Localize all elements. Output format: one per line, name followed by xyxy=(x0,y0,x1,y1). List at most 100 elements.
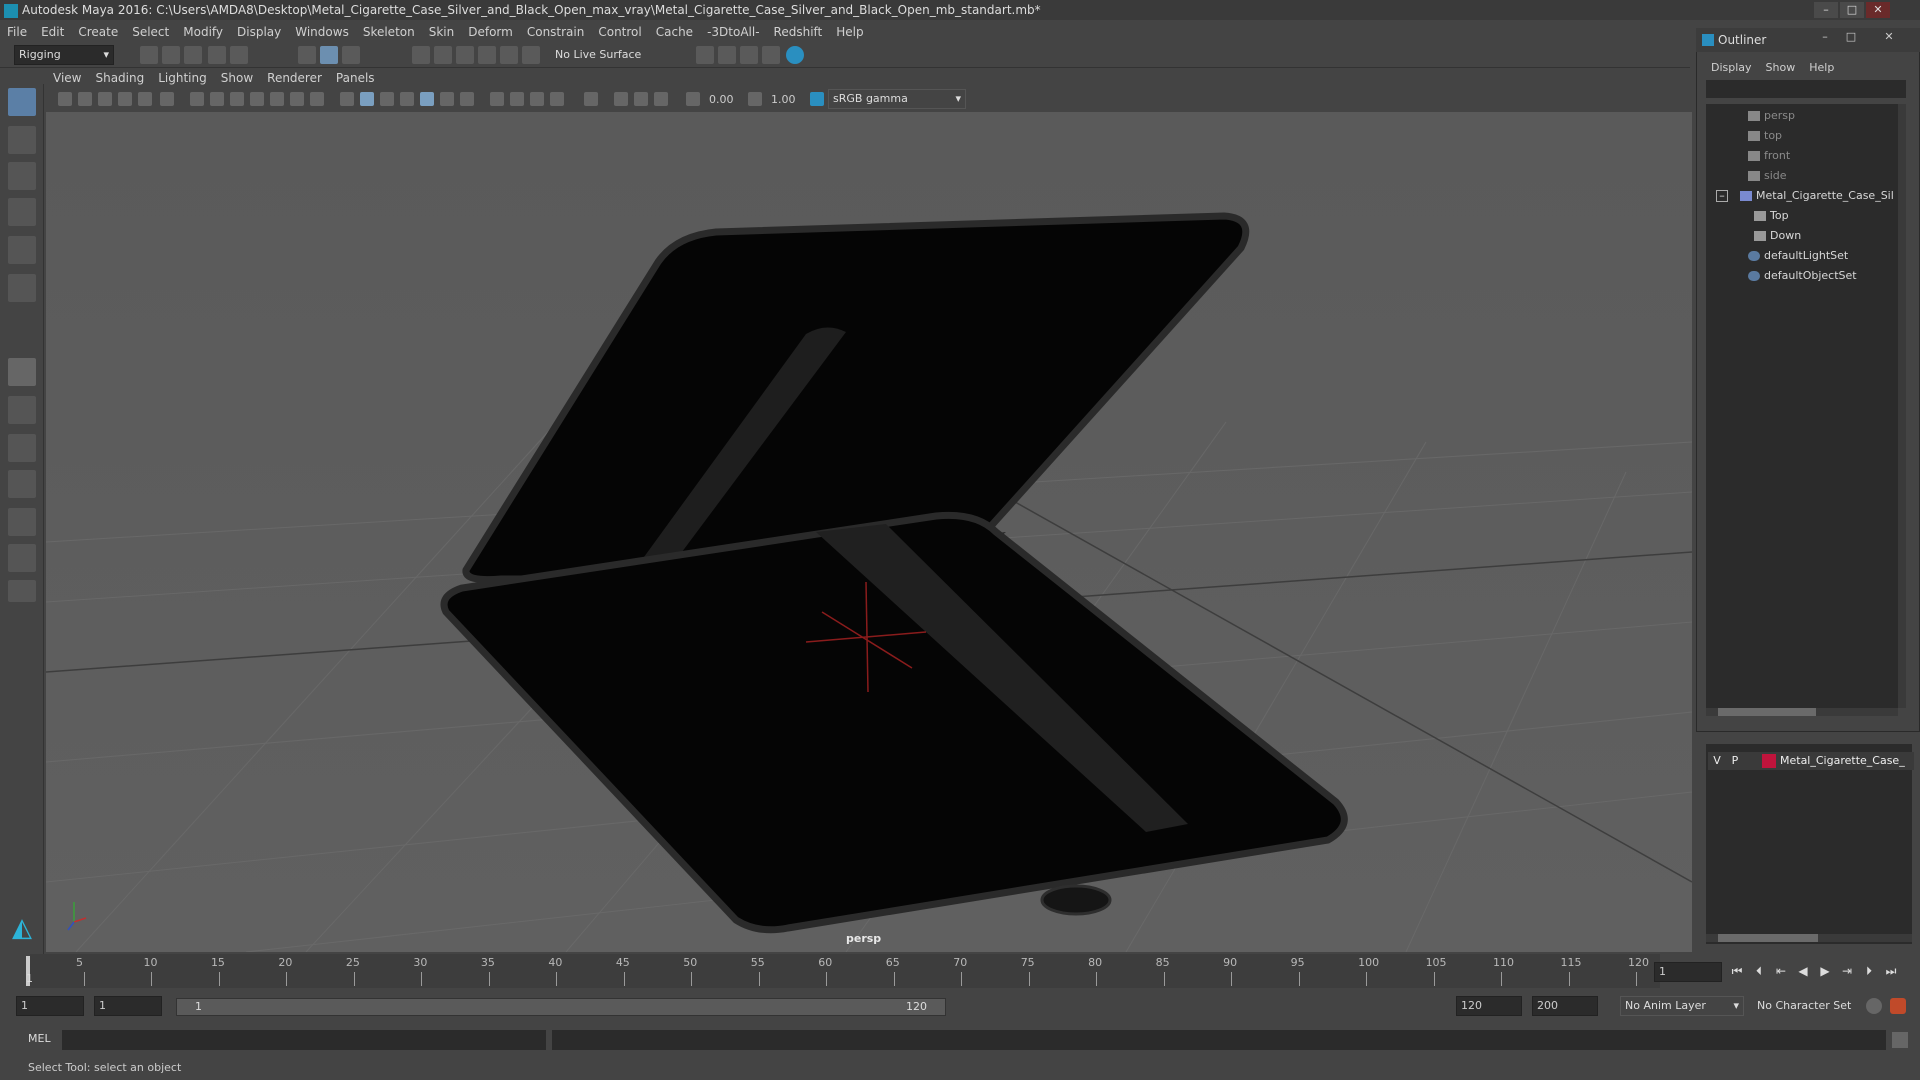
auto-key-icon[interactable] xyxy=(1866,998,1882,1014)
maximize-button[interactable]: □ xyxy=(1840,2,1864,18)
outliner-vertical-scrollbar[interactable] xyxy=(1898,104,1906,708)
xray-icon[interactable] xyxy=(614,92,628,106)
smooth-shade-icon[interactable] xyxy=(360,92,374,106)
menu-display[interactable]: Display xyxy=(230,22,288,42)
film-gate-icon[interactable] xyxy=(210,92,224,106)
menu-cache[interactable]: Cache xyxy=(649,22,700,42)
outliner-item-group[interactable]: – Metal_Cigarette_Case_Sil xyxy=(1706,186,1898,206)
viewport-menu-show[interactable]: Show xyxy=(214,70,260,86)
field-chart-icon[interactable] xyxy=(270,92,284,106)
xray-active-icon[interactable] xyxy=(634,92,648,106)
outliner-item-down-mesh[interactable]: Down xyxy=(1706,226,1898,246)
step-forward-frame-icon[interactable]: ⏵ xyxy=(1862,964,1876,978)
snap-curve-icon[interactable] xyxy=(434,46,452,64)
time-slider[interactable] xyxy=(30,954,1660,988)
bookmark-icon[interactable] xyxy=(98,92,112,106)
undo-icon[interactable] xyxy=(208,46,226,64)
outliner-item-side[interactable]: side xyxy=(1706,166,1898,186)
go-to-start-icon[interactable]: ⏮ xyxy=(1730,964,1744,978)
play-backwards-icon[interactable]: ◀ xyxy=(1796,964,1810,978)
live-surface-field[interactable]: No Live Surface xyxy=(550,45,654,65)
use-all-lights-icon[interactable] xyxy=(440,92,454,106)
viewport-menu-shading[interactable]: Shading xyxy=(88,70,151,86)
viewport-menu-renderer[interactable]: Renderer xyxy=(260,70,329,86)
step-back-frame-icon[interactable]: ⏴ xyxy=(1752,964,1766,978)
menu-edit[interactable]: Edit xyxy=(34,22,71,42)
anim-layer-dropdown[interactable]: No Anim Layer ▾ xyxy=(1620,996,1744,1016)
outliner-horizontal-scrollbar[interactable] xyxy=(1706,708,1898,716)
camera-attributes-icon[interactable] xyxy=(78,92,92,106)
layer-visibility-toggle[interactable]: V xyxy=(1708,752,1726,770)
scale-tool-icon[interactable] xyxy=(8,274,36,302)
outliner-maximize-button[interactable]: □ xyxy=(1842,30,1860,48)
outliner-persp-layout-icon[interactable] xyxy=(8,544,36,572)
outliner-item-top-mesh[interactable]: Top xyxy=(1706,206,1898,226)
snap-grid-icon[interactable] xyxy=(412,46,430,64)
new-scene-icon[interactable] xyxy=(140,46,158,64)
ipr-render-icon[interactable] xyxy=(718,46,736,64)
select-component-icon[interactable] xyxy=(342,46,360,64)
screen-space-ao-icon[interactable] xyxy=(490,92,504,106)
layer-playback-toggle[interactable]: P xyxy=(1726,752,1744,770)
snap-live-icon[interactable] xyxy=(522,46,540,64)
paint-select-tool-icon[interactable] xyxy=(8,162,36,190)
step-forward-key-icon[interactable]: ⇥ xyxy=(1840,964,1854,978)
current-frame-field[interactable]: 1 xyxy=(1654,962,1722,982)
rotate-tool-icon[interactable] xyxy=(8,236,36,264)
outliner-close-button[interactable]: ✕ xyxy=(1880,30,1898,48)
textured-icon[interactable] xyxy=(420,92,434,106)
persp-outliner-layout-icon[interactable] xyxy=(8,434,36,462)
range-slider[interactable]: 1 120 xyxy=(176,998,946,1016)
outliner-minimize-button[interactable]: – xyxy=(1816,30,1834,48)
mel-label[interactable]: MEL xyxy=(28,1032,51,1045)
minimize-button[interactable]: – xyxy=(1814,2,1838,18)
preferences-icon[interactable] xyxy=(1890,998,1906,1014)
menu-3dtoall[interactable]: -3DtoAll- xyxy=(700,22,766,42)
exposure-field[interactable]: 0.00 xyxy=(704,90,742,108)
menu-modify[interactable]: Modify xyxy=(176,22,230,42)
outliner-menu-display[interactable]: Display xyxy=(1704,58,1759,78)
menu-deform[interactable]: Deform xyxy=(461,22,520,42)
snap-view-plane-icon[interactable] xyxy=(478,46,496,64)
lasso-tool-icon[interactable] xyxy=(8,126,36,154)
outliner-item-top[interactable]: top xyxy=(1706,126,1898,146)
wireframe-on-shaded-icon[interactable] xyxy=(400,92,414,106)
animation-end-field[interactable]: 200 xyxy=(1532,996,1598,1016)
playback-end-field[interactable]: 120 xyxy=(1456,996,1522,1016)
render-settings-icon[interactable] xyxy=(740,46,758,64)
exposure-icon[interactable] xyxy=(686,92,700,106)
snap-point-icon[interactable] xyxy=(456,46,474,64)
menu-file[interactable]: File xyxy=(0,22,34,42)
safe-action-icon[interactable] xyxy=(290,92,304,106)
outliner-menu-show[interactable]: Show xyxy=(1759,58,1803,78)
camera-select-icon[interactable] xyxy=(58,92,72,106)
gate-mask-icon[interactable] xyxy=(250,92,264,106)
viewport-menu-panels[interactable]: Panels xyxy=(329,70,382,86)
gamma-icon[interactable] xyxy=(748,92,762,106)
menu-skeleton[interactable]: Skeleton xyxy=(356,22,422,42)
animation-start-field[interactable]: 1 xyxy=(16,996,84,1016)
layer-color-swatch[interactable] xyxy=(1762,754,1776,768)
render-frame-icon[interactable] xyxy=(696,46,714,64)
2d-pan-zoom-icon[interactable] xyxy=(160,92,174,106)
isolate-select-icon[interactable] xyxy=(584,92,598,106)
step-back-key-icon[interactable]: ⇤ xyxy=(1774,964,1788,978)
select-hierarchy-icon[interactable] xyxy=(298,46,316,64)
play-forwards-icon[interactable]: ▶ xyxy=(1818,964,1832,978)
viewport-menu-view[interactable]: View xyxy=(46,70,88,86)
grease-pencil-icon[interactable] xyxy=(138,92,152,106)
menu-control[interactable]: Control xyxy=(591,22,648,42)
four-view-layout-icon[interactable] xyxy=(8,396,36,424)
menu-help[interactable]: Help xyxy=(829,22,870,42)
single-perspective-layout-icon[interactable] xyxy=(8,358,36,386)
motion-blur-icon[interactable] xyxy=(510,92,524,106)
outliner-item-defaultobjectset[interactable]: defaultObjectSet xyxy=(1706,266,1898,286)
anti-aliasing-icon[interactable] xyxy=(530,92,544,106)
outliner-item-persp[interactable]: persp xyxy=(1706,106,1898,126)
persp-hypershade-layout-icon[interactable] xyxy=(8,508,36,536)
xray-joints-icon[interactable] xyxy=(654,92,668,106)
perspective-viewport[interactable] xyxy=(46,112,1692,952)
character-set-dropdown[interactable]: No Character Set xyxy=(1752,996,1862,1016)
select-tool-icon[interactable] xyxy=(8,88,36,116)
display-layer-row[interactable]: V P Metal_Cigarette_Case_ xyxy=(1708,752,1914,770)
